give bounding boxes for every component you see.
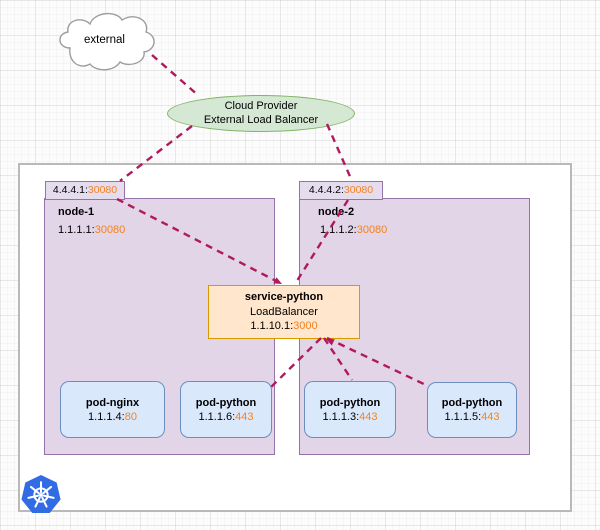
service-type: LoadBalancer <box>250 305 318 318</box>
pod-python-2-name: pod-python <box>319 396 381 409</box>
cloud-lb-line2: External Load Balancer <box>203 113 319 126</box>
pod-python-3-ip: 1.1.1.5:443 <box>444 411 500 423</box>
pod-python-1-name: pod-python <box>195 396 257 409</box>
pod-nginx-name: pod-nginx <box>85 396 140 409</box>
service-name: service-python <box>244 291 324 304</box>
kubernetes-logo-icon <box>21 474 61 514</box>
pod-nginx-ip: 1.1.1.4:80 <box>88 410 137 423</box>
pod-python-2-box: pod-python 1.1.1.3:443 <box>304 381 396 438</box>
edge-external-to-lb <box>151 54 200 97</box>
node-2-nodeport-tab: 4.4.4.2:30080 <box>299 181 383 200</box>
diagram-canvas: node-1 1.1.1.1:30080 4.4.4.1:30080 node-… <box>0 0 600 530</box>
node-1-ip: 1.1.1.1:30080 <box>58 224 126 236</box>
external-label: external <box>84 34 125 46</box>
pod-python-3-box: pod-python 1.1.1.5:443 <box>427 382 517 438</box>
service-ip: 1.1.10.1:3000 <box>250 320 318 333</box>
pod-python-3-name: pod-python <box>441 397 503 409</box>
pod-python-1-ip: 1.1.1.6:443 <box>198 410 254 423</box>
external-cloud: external <box>52 8 157 76</box>
pod-python-2-ip: 1.1.1.3:443 <box>322 410 378 423</box>
service-python-box: service-python LoadBalancer 1.1.10.1:300… <box>208 285 360 339</box>
cloud-lb-ellipse: Cloud Provider External Load Balancer <box>167 95 355 132</box>
node-1-nodeport-tab: 4.4.4.1:30080 <box>45 181 125 200</box>
cloud-lb-line1: Cloud Provider <box>224 100 298 112</box>
node-2-name: node-2 <box>318 206 355 218</box>
pod-nginx-box: pod-nginx 1.1.1.4:80 <box>60 381 165 438</box>
node-2-ip: 1.1.1.2:30080 <box>320 224 388 236</box>
node-1-name: node-1 <box>58 206 95 218</box>
pod-python-1-box: pod-python 1.1.1.6:443 <box>180 381 272 438</box>
